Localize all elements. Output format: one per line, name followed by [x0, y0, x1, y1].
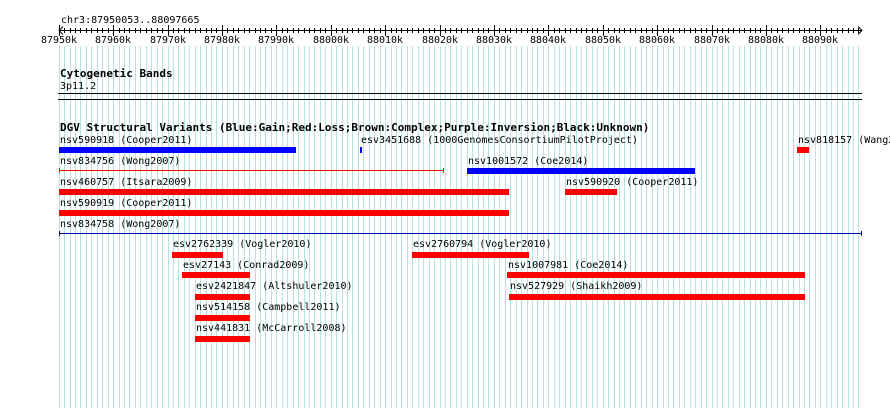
variant-bar-nsv527929[interactable] — [509, 294, 805, 300]
variant-bar-esv2762339[interactable] — [172, 252, 223, 258]
variant-label-nsv590918[interactable]: nsv590918 (Cooper2011) — [60, 135, 192, 146]
variant-label-nsv460757[interactable]: nsv460757 (Itsara2009) — [60, 177, 192, 188]
ruler-tick-label: 88080k — [747, 35, 785, 46]
ruler-tick-label: 88000k — [312, 35, 350, 46]
variant-bar-esv3451688[interactable] — [360, 147, 362, 153]
variant-label-esv2760794[interactable]: esv2760794 (Vogler2010) — [413, 239, 551, 250]
variant-label-nsv818157[interactable]: nsv818157 (Wang2008) — [798, 135, 890, 146]
ruler-tick-label: 87980k — [203, 35, 241, 46]
ruler-tick-label: 88050k — [584, 35, 622, 46]
variant-bar-nsv514158[interactable] — [195, 315, 250, 321]
variant-bar-esv27143[interactable] — [182, 272, 250, 278]
variant-label-nsv590920[interactable]: nsv590920 (Cooper2011) — [566, 177, 698, 188]
ruler-tick-label: 88030k — [475, 35, 513, 46]
ruler-tick-label: 87970k — [149, 35, 187, 46]
variant-line-nsv834758[interactable] — [59, 233, 862, 234]
variant-endcap — [59, 231, 60, 236]
variant-label-esv27143[interactable]: esv27143 (Conrad2009) — [183, 260, 309, 271]
variant-label-esv2762339[interactable]: esv2762339 (Vogler2010) — [173, 239, 311, 250]
variant-bar-nsv818157[interactable] — [797, 147, 809, 153]
variant-label-nsv1001572[interactable]: nsv1001572 (Coe2014) — [468, 156, 588, 167]
position-ruler[interactable] — [0, 22, 890, 36]
variant-line-nsv834756[interactable] — [59, 170, 444, 171]
ruler-tick-label: 88020k — [421, 35, 459, 46]
cytoband-line-bottom — [58, 99, 862, 100]
variant-label-nsv834758[interactable]: nsv834758 (Wong2007) — [60, 219, 180, 230]
dgv-track-title: DGV Structural Variants (Blue:Gain;Red:L… — [60, 121, 650, 134]
variant-label-esv3451688[interactable]: esv3451688 (1000GenomesConsortiumPilotPr… — [361, 135, 638, 146]
variant-label-nsv527929[interactable]: nsv527929 (Shaikh2009) — [510, 281, 642, 292]
ruler-tick-label: 87950k — [40, 35, 78, 46]
variant-label-esv2421847[interactable]: esv2421847 (Altshuler2010) — [196, 281, 353, 292]
ruler-tick-label: 87990k — [257, 35, 295, 46]
genome-browser-view: { "region": { "label": "chr3:87950053..8… — [0, 0, 890, 408]
ruler-tick-label: 88070k — [693, 35, 731, 46]
variant-endcap — [443, 168, 444, 173]
variant-label-nsv441831[interactable]: nsv441831 (McCarroll2008) — [196, 323, 347, 334]
variant-bar-esv2421847[interactable] — [195, 294, 250, 300]
cytoband-label: 3p11.2 — [60, 81, 97, 92]
ruler-tick-label: 87960k — [94, 35, 132, 46]
variant-bar-nsv441831[interactable] — [195, 336, 250, 342]
cytoband-track-title: Cytogenetic Bands — [60, 67, 173, 80]
variant-bar-nsv1001572[interactable] — [467, 168, 695, 174]
variant-bar-esv2760794[interactable] — [412, 252, 529, 258]
variant-bar-nsv590918[interactable] — [59, 147, 296, 153]
cytoband-line-top — [58, 93, 862, 94]
variant-label-nsv590919[interactable]: nsv590919 (Cooper2011) — [60, 198, 192, 209]
variant-bar-nsv590919[interactable] — [59, 210, 509, 216]
ruler-tick-label: 88060k — [638, 35, 676, 46]
variant-label-nsv834756[interactable]: nsv834756 (Wong2007) — [60, 156, 180, 167]
variant-endcap — [59, 168, 60, 173]
ruler-tick-label: 88010k — [366, 35, 404, 46]
variant-label-nsv514158[interactable]: nsv514158 (Campbell2011) — [196, 302, 341, 313]
variant-label-nsv1007981[interactable]: nsv1007981 (Coe2014) — [508, 260, 628, 271]
ruler-tick-label: 88040k — [529, 35, 567, 46]
variant-bar-nsv590920[interactable] — [565, 189, 617, 195]
variant-bar-nsv1007981[interactable] — [507, 272, 805, 278]
variant-bar-nsv460757[interactable] — [59, 189, 509, 195]
variant-endcap — [861, 231, 862, 236]
ruler-tick-label: 88090k — [801, 35, 839, 46]
